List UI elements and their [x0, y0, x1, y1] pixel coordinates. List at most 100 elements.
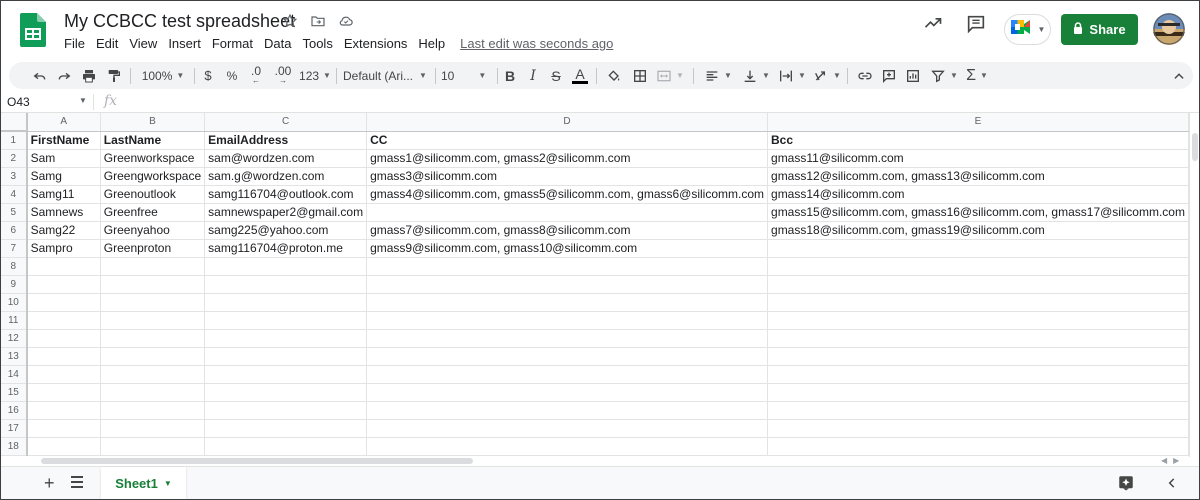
cell-d15[interactable]	[366, 383, 769, 402]
cell-e1[interactable]: Bcc	[767, 131, 1189, 150]
horizontal-align-icon[interactable]: ▼	[701, 62, 735, 89]
all-sheets-icon[interactable]	[70, 474, 84, 490]
avatar[interactable]	[1153, 13, 1185, 45]
cell-c17[interactable]	[204, 419, 368, 438]
cell-b4[interactable]: Greenoutlook	[100, 185, 206, 204]
cell-b8[interactable]	[100, 257, 206, 276]
row-header[interactable]: 4	[1, 185, 28, 204]
cell-e17[interactable]	[767, 419, 1189, 438]
document-title[interactable]: My CCBCC test spreadsheet	[64, 11, 295, 32]
cell-a8[interactable]	[26, 257, 101, 276]
cell-e3[interactable]: gmass12@silicomm.com, gmass13@silicomm.c…	[767, 167, 1189, 186]
row-header[interactable]: 15	[1, 383, 28, 402]
fill-color-icon[interactable]	[603, 62, 625, 89]
cell-d14[interactable]	[366, 365, 769, 384]
column-header-d[interactable]: D	[366, 113, 769, 132]
cell-c16[interactable]	[204, 401, 368, 420]
cell-d6[interactable]: gmass7@silicomm.com, gmass8@silicomm.com	[366, 221, 769, 240]
cell-c15[interactable]	[204, 383, 368, 402]
menu-edit[interactable]: Edit	[96, 36, 118, 51]
cell-e14[interactable]	[767, 365, 1189, 384]
cell-a10[interactable]	[26, 293, 101, 312]
currency-format-button[interactable]: $	[199, 62, 217, 89]
decrease-decimal-button[interactable]: .0 ←	[245, 62, 267, 89]
strikethrough-button[interactable]: S	[547, 62, 565, 89]
cell-d7[interactable]: gmass9@silicomm.com, gmass10@silicomm.co…	[366, 239, 769, 258]
increase-decimal-button[interactable]: .00 →	[270, 62, 296, 89]
insert-chart-icon[interactable]	[902, 62, 924, 89]
cell-b10[interactable]	[100, 293, 206, 312]
font-select[interactable]: Default (Ari... ▼	[343, 62, 429, 89]
cell-d17[interactable]	[366, 419, 769, 438]
cell-e8[interactable]	[767, 257, 1189, 276]
cell-a17[interactable]	[26, 419, 101, 438]
zoom-select[interactable]: 100% ▼	[137, 62, 189, 89]
cell-a5[interactable]: Samnews	[26, 203, 101, 222]
cell-a3[interactable]: Samg	[26, 167, 101, 186]
cell-a1[interactable]: FirstName	[26, 131, 101, 150]
cell-d9[interactable]	[366, 275, 769, 294]
collapse-toolbar-icon[interactable]	[1169, 62, 1189, 89]
cell-e4[interactable]: gmass14@silicomm.com	[767, 185, 1189, 204]
cell-a2[interactable]: Sam	[26, 149, 101, 168]
percent-format-button[interactable]: %	[223, 62, 241, 89]
cell-a7[interactable]: Sampro	[26, 239, 101, 258]
functions-icon[interactable]: Σ ▼	[962, 62, 992, 89]
cell-c10[interactable]	[204, 293, 368, 312]
menu-extensions[interactable]: Extensions	[344, 36, 408, 51]
cell-d3[interactable]: gmass3@silicomm.com	[366, 167, 769, 186]
sheet-tab-caret-icon[interactable]: ▼	[164, 479, 172, 488]
row-header[interactable]: 9	[1, 275, 28, 294]
cell-b15[interactable]	[100, 383, 206, 402]
trend-icon[interactable]	[923, 13, 943, 38]
cell-e13[interactable]	[767, 347, 1189, 366]
cell-c8[interactable]	[204, 257, 368, 276]
cell-b1[interactable]: LastName	[100, 131, 206, 150]
row-header[interactable]: 1	[1, 131, 28, 150]
print-icon[interactable]	[78, 62, 100, 89]
text-wrapping-icon[interactable]: ▼	[775, 62, 809, 89]
row-header[interactable]: 5	[1, 203, 28, 222]
cell-d16[interactable]	[366, 401, 769, 420]
cell-c13[interactable]	[204, 347, 368, 366]
cell-c18[interactable]	[204, 437, 368, 456]
cell-a13[interactable]	[26, 347, 101, 366]
cell-e5[interactable]: gmass15@silicomm.com, gmass16@silicomm.c…	[767, 203, 1189, 222]
side-panel-toggle-icon[interactable]	[1163, 474, 1181, 492]
cell-b11[interactable]	[100, 311, 206, 330]
cell-d2[interactable]: gmass1@silicomm.com, gmass2@silicomm.com	[366, 149, 769, 168]
move-folder-icon[interactable]	[309, 12, 327, 30]
vertical-align-icon[interactable]: ▼	[739, 62, 773, 89]
cell-b7[interactable]: Greenproton	[100, 239, 206, 258]
cell-b18[interactable]	[100, 437, 206, 456]
meet-button[interactable]: ▼	[1004, 14, 1051, 45]
cell-c9[interactable]	[204, 275, 368, 294]
cell-e2[interactable]: gmass11@silicomm.com	[767, 149, 1189, 168]
cell-e15[interactable]	[767, 383, 1189, 402]
cell-a6[interactable]: Samg22	[26, 221, 101, 240]
cell-e11[interactable]	[767, 311, 1189, 330]
row-header[interactable]: 10	[1, 293, 28, 312]
cell-c5[interactable]: samnewspaper2@gmail.com	[204, 203, 368, 222]
cell-d4[interactable]: gmass4@silicomm.com, gmass5@silicomm.com…	[366, 185, 769, 204]
menu-insert[interactable]: Insert	[168, 36, 201, 51]
sheet-tab-sheet1[interactable]: Sheet1 ▼	[101, 467, 186, 499]
cell-b2[interactable]: Greenworkspace	[100, 149, 206, 168]
cell-c11[interactable]	[204, 311, 368, 330]
menu-data[interactable]: Data	[264, 36, 291, 51]
font-size-select[interactable]: 10 ▼	[441, 62, 495, 89]
explore-icon[interactable]	[1117, 474, 1135, 492]
cell-b5[interactable]: Greenfree	[100, 203, 206, 222]
name-box-caret-icon[interactable]: ▼	[79, 96, 87, 105]
horizontal-scrollbar[interactable]	[41, 457, 1189, 465]
cell-d10[interactable]	[366, 293, 769, 312]
star-icon[interactable]	[281, 12, 299, 30]
row-header[interactable]: 7	[1, 239, 28, 258]
row-header[interactable]: 12	[1, 329, 28, 348]
cell-c14[interactable]	[204, 365, 368, 384]
column-header-e[interactable]: E	[767, 113, 1189, 132]
menu-tools[interactable]: Tools	[302, 36, 332, 51]
cell-a4[interactable]: Samg11	[26, 185, 101, 204]
cell-b16[interactable]	[100, 401, 206, 420]
cell-e9[interactable]	[767, 275, 1189, 294]
